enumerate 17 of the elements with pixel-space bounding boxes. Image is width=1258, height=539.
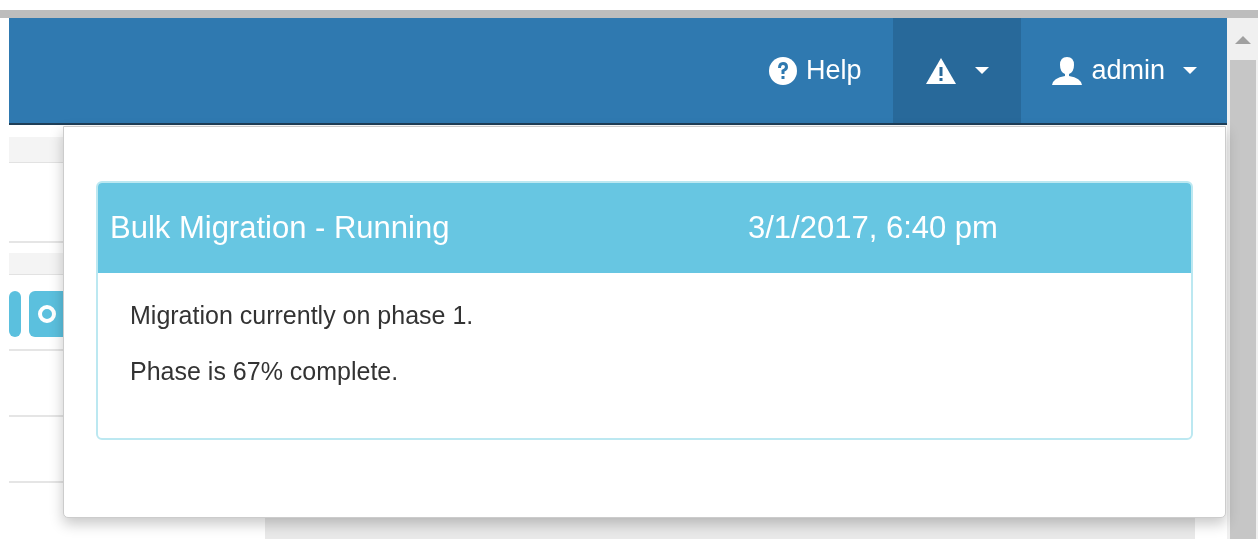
search-button[interactable] [29, 291, 63, 337]
warning-icon [925, 56, 958, 85]
user-icon [1051, 55, 1084, 86]
user-menu-toggle[interactable]: admin [1021, 18, 1227, 123]
search-icon [37, 304, 57, 324]
button-edge[interactable] [9, 291, 21, 337]
caret-icon [1183, 67, 1197, 74]
notification-title: Bulk Migration - Running [110, 208, 451, 247]
scrollbar-thumb[interactable] [1229, 60, 1256, 539]
help-icon [767, 55, 798, 86]
notification-text: Phase is 67% complete. [130, 355, 400, 387]
help-link[interactable]: Help [737, 18, 894, 123]
notification-time: 3/1/2017, 6:40 pm [748, 208, 998, 247]
scroll-up-icon[interactable] [1234, 34, 1251, 44]
alerts-dropdown-toggle[interactable] [893, 18, 1022, 123]
caret-icon [975, 67, 990, 74]
notification-text: Migration currently on phase 1. [130, 300, 475, 331]
